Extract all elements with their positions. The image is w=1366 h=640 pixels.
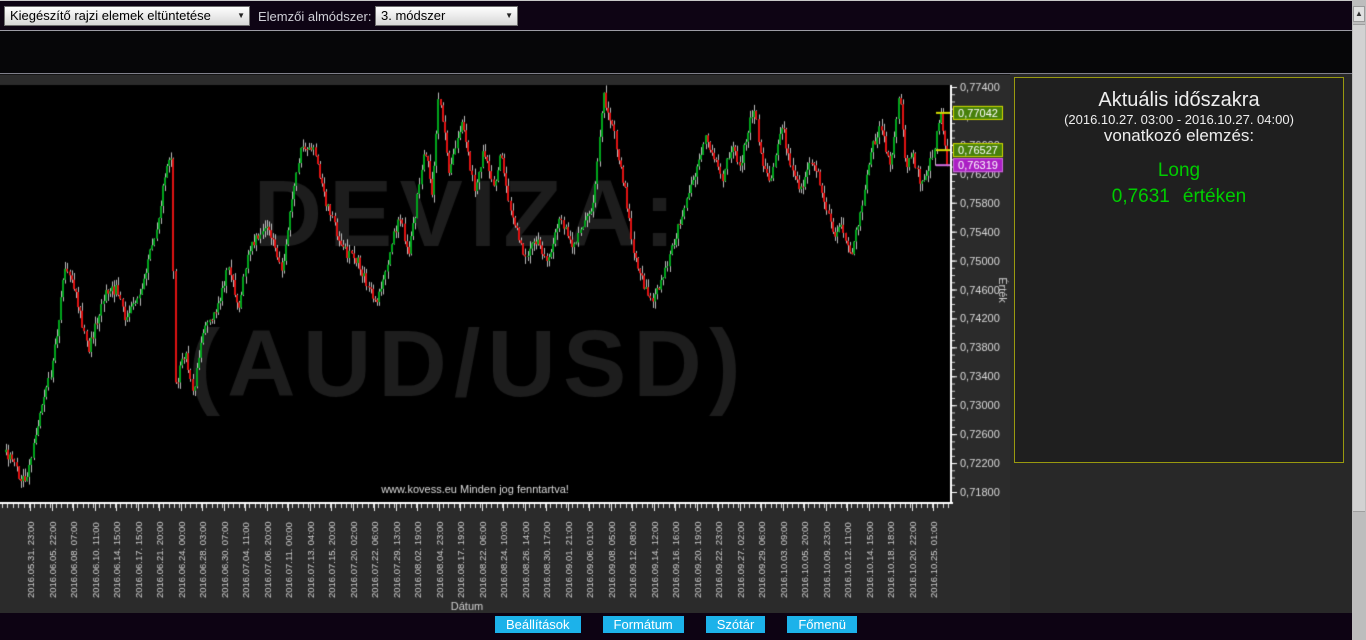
signal-price-suffix: értéken [1182, 186, 1247, 207]
analysis-subtitle: vonatkozó elemzés: [1103, 126, 1255, 145]
settings-button[interactable]: Beállítások [494, 616, 581, 633]
signal-direction: Long [1157, 160, 1201, 181]
candlestick-chart [0, 75, 1010, 613]
top-toolbar: Kiegészítő rajzi elemek eltüntetése ▼ El… [0, 0, 1352, 31]
scrollbar-thumb[interactable] [1353, 24, 1365, 512]
footer-bar: Beállítások Formátum Szótár Főmenü [0, 613, 1352, 640]
analysis-period: (2016.10.27. 03:00 - 2016.10.27. 04:00) [1064, 112, 1294, 127]
analysis-column: Aktuális időszakra (2016.10.27. 03:00 - … [1010, 74, 1352, 613]
analysis-title: Aktuális időszakra [1098, 89, 1260, 111]
main-menu-button[interactable]: Főmenü [787, 616, 858, 633]
app-page: Kiegészítő rajzi elemek eltüntetése ▼ El… [0, 0, 1366, 640]
dropdown-arrow-icon: ▼ [237, 11, 245, 20]
dictionary-button[interactable]: Szótár [705, 616, 766, 633]
draw-elements-select[interactable]: Kiegészítő rajzi elemek eltüntetése ▼ [4, 6, 250, 26]
scrollbar[interactable]: ▲ [1352, 0, 1366, 640]
analysis-submethod-select[interactable]: 3. módszer ▼ [375, 6, 518, 26]
chart-toolbar: DEVIZA: (AUD/USD) ▼ tól: ig: lépték: órá… [0, 31, 1352, 102]
analysis-submethod-select-value: 3. módszer [381, 8, 446, 23]
signal-value-line: 0,7631 értéken [1015, 186, 1343, 208]
scroll-up-button[interactable]: ▲ [1353, 6, 1365, 22]
main-content: Aktuális időszakra (2016.10.27. 03:00 - … [0, 74, 1352, 613]
signal-price: 0,7631 [1111, 186, 1170, 207]
analysis-panel: Aktuális időszakra (2016.10.27. 03:00 - … [1014, 77, 1344, 463]
footer-menu: Beállítások Formátum Szótár Főmenü [0, 616, 1352, 633]
scroll-up-icon: ▲ [1355, 9, 1363, 18]
analysis-submethod-label: Elemzői almódszer: [258, 9, 372, 24]
dropdown-arrow-icon: ▼ [505, 11, 513, 20]
draw-elements-select-value: Kiegészítő rajzi elemek eltüntetése [10, 8, 211, 23]
format-button[interactable]: Formátum [602, 616, 684, 633]
